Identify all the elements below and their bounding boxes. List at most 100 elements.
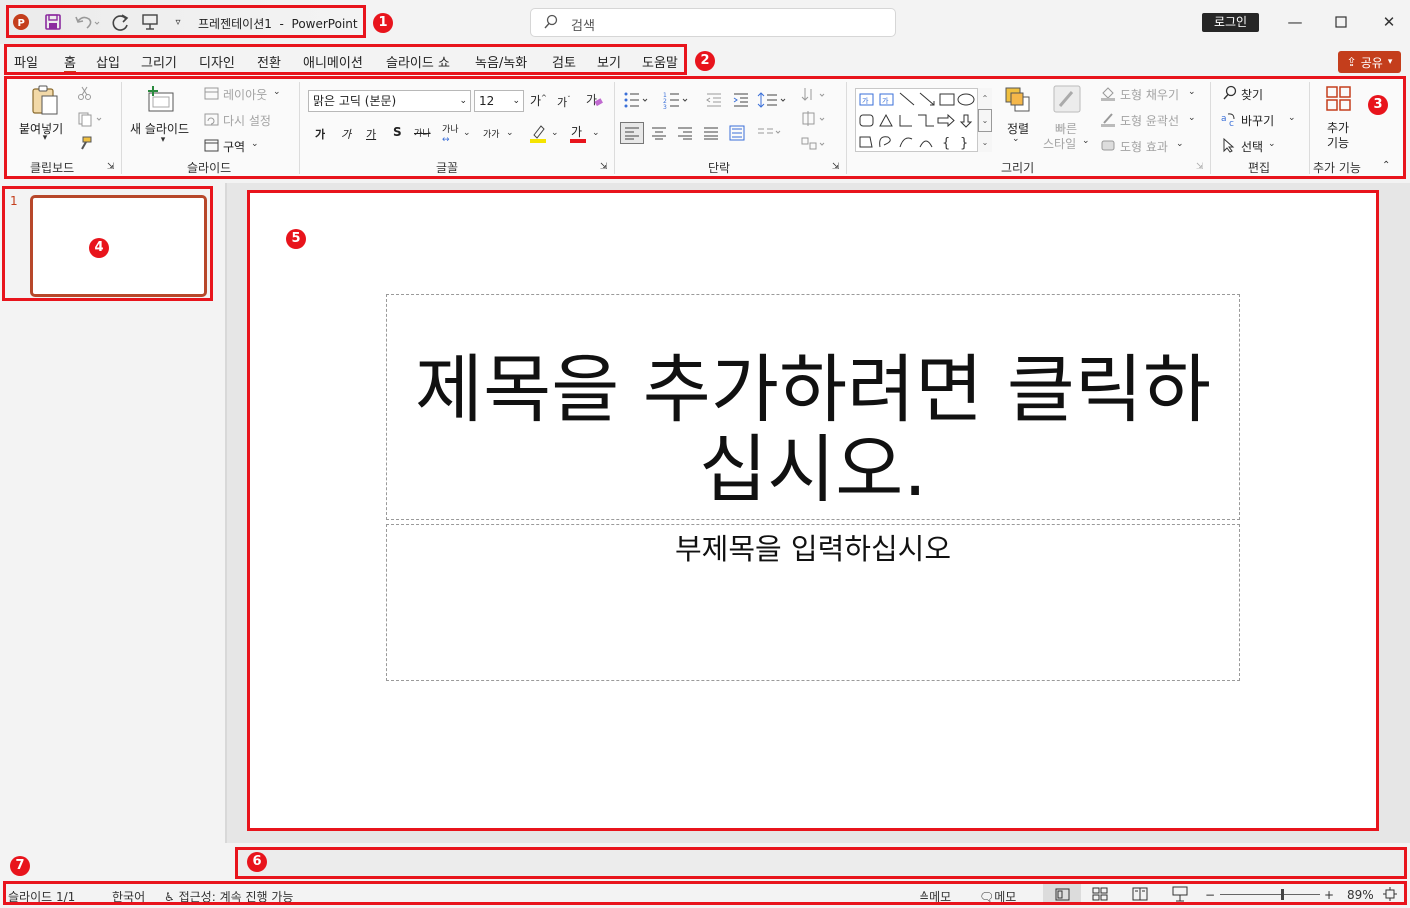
normal-view-button[interactable]	[1043, 884, 1081, 905]
bullets-icon[interactable]	[623, 90, 649, 110]
zoom-slider-thumb[interactable]	[1281, 889, 1284, 900]
tab-view[interactable]: 보기	[597, 52, 621, 71]
shape-effects-label[interactable]: 도형 효과	[1120, 138, 1168, 155]
reading-view-icon[interactable]	[1132, 887, 1148, 904]
replace-icon[interactable]: ac	[1220, 111, 1240, 127]
comments-button[interactable]: 🗨︎메모	[979, 888, 1016, 905]
shape-fill-dropdown-icon[interactable]: ⌄	[1188, 87, 1196, 97]
columns-icon[interactable]	[757, 124, 783, 142]
undo-icon[interactable]	[72, 12, 102, 32]
language-indicator[interactable]: 한국어	[112, 888, 145, 905]
slide-thumbnail[interactable]	[30, 195, 207, 297]
decrease-indent-icon[interactable]	[705, 91, 723, 109]
scroll-down-icon[interactable]: ⌄	[978, 109, 992, 132]
shapes-gallery[interactable]: 가 가 { }	[855, 88, 992, 152]
cut-icon[interactable]	[76, 84, 94, 102]
dialog-launcher-icon[interactable]: ⇲	[832, 162, 840, 172]
notes-pane[interactable]	[237, 849, 1405, 877]
zoom-in-button[interactable]: +	[1324, 888, 1334, 902]
select-label[interactable]: 선택	[1241, 138, 1263, 155]
justify-icon[interactable]	[702, 124, 720, 142]
customize-toolbar-icon[interactable]: ▿	[170, 12, 186, 32]
addins-icon[interactable]	[1324, 84, 1354, 114]
paste-dropdown-icon[interactable]: ▾	[38, 133, 52, 143]
presentation-start-icon[interactable]	[139, 12, 161, 32]
numbering-icon[interactable]: 123	[663, 90, 689, 110]
tab-help[interactable]: 도움말	[642, 52, 678, 71]
select-dropdown-icon[interactable]: ⌄	[1268, 139, 1276, 149]
new-slide-icon[interactable]	[144, 84, 178, 114]
redo-icon[interactable]	[110, 12, 132, 32]
font-color-dropdown-icon[interactable]: ⌄	[592, 128, 600, 138]
smartart-icon[interactable]	[800, 135, 830, 153]
maximize-icon[interactable]	[1329, 10, 1353, 34]
replace-label[interactable]: 바꾸기	[1241, 112, 1274, 129]
tab-insert[interactable]: 삽입	[96, 52, 120, 71]
find-label[interactable]: 찾기	[1241, 86, 1263, 103]
arrange-dropdown-icon[interactable]: ⌄	[1012, 134, 1020, 144]
copy-icon[interactable]	[76, 110, 106, 128]
align-right-icon[interactable]	[676, 124, 694, 142]
title-placeholder[interactable]: 제목을 추가하려면 클릭하십시오.	[388, 296, 1238, 518]
tab-file[interactable]: 파일	[14, 52, 38, 71]
save-icon[interactable]	[42, 12, 64, 32]
align-left-icon[interactable]	[620, 122, 644, 144]
shape-outline-label[interactable]: 도형 윤곽선	[1120, 112, 1179, 129]
font-name-dropdown[interactable]: 맑은 고딕 (본문) ⌄	[308, 90, 471, 112]
align-center-icon[interactable]	[650, 124, 668, 142]
minimize-icon[interactable]: —	[1283, 10, 1307, 34]
arrange-icon[interactable]	[1002, 84, 1034, 116]
bold-button[interactable]: 가	[315, 126, 325, 142]
tab-design[interactable]: 디자인	[199, 52, 235, 71]
tab-home[interactable]: 홈	[64, 52, 76, 73]
slideshow-view-icon[interactable]	[1172, 886, 1188, 905]
increase-indent-icon[interactable]	[732, 91, 750, 109]
shrink-font-button[interactable]: 가ˇ	[557, 94, 571, 110]
fit-to-window-icon[interactable]	[1382, 886, 1398, 905]
line-spacing-icon[interactable]	[757, 90, 789, 110]
section-label[interactable]: 구역	[223, 138, 245, 155]
layout-label[interactable]: 레이아웃	[223, 86, 267, 103]
italic-button[interactable]: 가	[341, 126, 351, 142]
tab-record[interactable]: 녹음/녹화	[475, 52, 527, 71]
tab-transitions[interactable]: 전환	[257, 52, 281, 71]
close-icon[interactable]: ✕	[1377, 10, 1401, 34]
collapse-ribbon-icon[interactable]: ⌃	[1382, 160, 1390, 171]
share-button[interactable]: ⇪ 공유 ▾	[1338, 51, 1401, 73]
layout-icon[interactable]	[203, 86, 219, 100]
shape-fill-label[interactable]: 도형 채우기	[1120, 86, 1179, 103]
subtitle-placeholder[interactable]: 부제목을 입력하십시오	[388, 526, 1238, 568]
zoom-slider[interactable]	[1220, 889, 1320, 900]
dialog-launcher-icon[interactable]: ⇲	[107, 162, 115, 172]
text-direction-icon[interactable]	[800, 86, 830, 104]
addins-label-2[interactable]: 기능	[1327, 134, 1349, 151]
font-size-dropdown[interactable]: 12 ⌄	[474, 90, 524, 112]
quick-styles-dropdown-icon[interactable]: ⌄	[1082, 136, 1090, 146]
align-text-icon[interactable]	[800, 110, 830, 128]
slide-sorter-icon[interactable]	[1092, 887, 1108, 904]
scroll-up-icon[interactable]: ⌃	[978, 88, 992, 109]
replace-dropdown-icon[interactable]: ⌄	[1288, 113, 1296, 123]
strikethrough-button[interactable]: 가나	[414, 126, 431, 139]
zoom-level[interactable]: 89%	[1347, 888, 1374, 902]
find-icon[interactable]	[1222, 85, 1238, 101]
shape-outline-icon[interactable]	[1100, 111, 1116, 127]
font-color-icon[interactable]: 가	[569, 122, 587, 144]
shadow-button[interactable]: S	[393, 125, 402, 139]
clear-formatting-icon[interactable]: 가	[584, 90, 604, 110]
spacing-dropdown-icon[interactable]: ⌄	[463, 128, 471, 138]
section-dropdown-icon[interactable]: ⌄	[251, 139, 259, 149]
select-icon[interactable]	[1221, 137, 1237, 153]
shape-fill-icon[interactable]	[1100, 85, 1116, 101]
quick-styles-icon[interactable]	[1052, 84, 1082, 116]
distributed-icon[interactable]	[728, 123, 746, 143]
change-case-button[interactable]: 가가	[483, 127, 500, 140]
layout-dropdown-icon[interactable]: ⌄	[273, 87, 281, 97]
shape-outline-dropdown-icon[interactable]: ⌄	[1188, 113, 1196, 123]
dialog-launcher-icon[interactable]: ⇲	[1196, 162, 1204, 172]
paste-icon[interactable]	[28, 84, 62, 118]
highlight-dropdown-icon[interactable]: ⌄	[551, 128, 559, 138]
reset-label[interactable]: 다시 설정	[223, 112, 271, 129]
shapes-gallery-scroll[interactable]: ⌃ ⌄ ⌄	[977, 88, 992, 152]
format-painter-icon[interactable]	[76, 135, 94, 153]
